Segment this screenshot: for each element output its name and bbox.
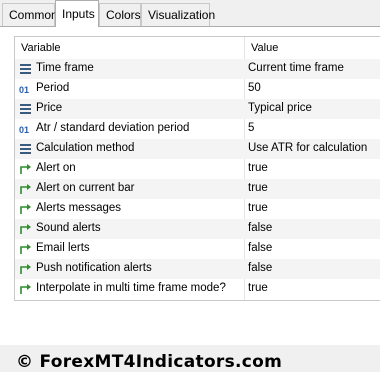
bool-icon: [19, 243, 32, 255]
svg-text:01: 01: [19, 125, 29, 135]
variable-value[interactable]: true: [248, 282, 268, 294]
table-row[interactable]: Push notification alerts false: [15, 259, 380, 279]
variable-value[interactable]: false: [248, 262, 272, 274]
int-icon: 01: [19, 123, 32, 135]
variable-value[interactable]: Use ATR for calculation: [248, 142, 367, 154]
inputs-panel: Variable Value Time frame Current time fr…: [0, 27, 380, 372]
table-row[interactable]: Alert on current bar true: [15, 179, 380, 199]
bool-icon: [19, 223, 32, 235]
variable-name: Alert on: [36, 162, 76, 174]
variable-name: Time frame: [36, 62, 94, 74]
bool-icon: [19, 283, 32, 295]
bool-icon: [19, 183, 32, 195]
variable-name: Period: [36, 82, 70, 94]
table-row[interactable]: Alert on true: [15, 159, 380, 179]
variable-value[interactable]: false: [248, 242, 272, 254]
table-row[interactable]: Price Typical price: [15, 99, 380, 119]
enum-icon: [19, 143, 32, 155]
tab-inputs[interactable]: Inputs: [55, 0, 99, 27]
variable-value[interactable]: 50: [248, 82, 261, 94]
table-row[interactable]: 01 Period 50: [15, 79, 380, 99]
bool-icon: [19, 263, 32, 275]
variable-name: Price: [36, 102, 63, 114]
variable-name: Push notification alerts: [36, 262, 152, 274]
table-row[interactable]: 01 Atr / standard deviation period 5: [15, 119, 380, 139]
table-row[interactable]: Interpolate in multi time frame mode? tru…: [15, 279, 380, 299]
table-row[interactable]: Time frame Current time frame: [15, 59, 380, 79]
variable-value[interactable]: 5: [248, 122, 254, 134]
table-row[interactable]: Calculation method Use ATR for calculatio…: [15, 139, 380, 159]
variable-value[interactable]: true: [248, 182, 268, 194]
variable-value[interactable]: true: [248, 162, 268, 174]
enum-icon: [19, 63, 32, 75]
table-header: Variable Value: [15, 37, 380, 59]
variable-name: Sound alerts: [36, 222, 101, 234]
watermark: © ForexMT4Indicators.com: [16, 352, 283, 372]
variable-value[interactable]: false: [248, 222, 272, 234]
variable-value[interactable]: Current time frame: [248, 62, 344, 74]
svg-text:01: 01: [19, 85, 29, 95]
variable-value[interactable]: Typical price: [248, 102, 312, 114]
variable-name: Alerts messages: [36, 202, 122, 214]
table-row[interactable]: Email lerts false: [15, 239, 380, 259]
table-row[interactable]: Alerts messages true: [15, 199, 380, 219]
int-icon: 01: [19, 83, 32, 95]
variable-name: Atr / standard deviation period: [36, 122, 190, 134]
column-header-value[interactable]: Value: [251, 42, 278, 54]
bool-icon: [19, 163, 32, 175]
variable-name: Alert on current bar: [36, 182, 135, 194]
tab-colors[interactable]: Colors: [99, 3, 141, 26]
variable-name: Email lerts: [36, 242, 90, 254]
variable-name: Interpolate in multi time frame mode?: [36, 282, 226, 294]
column-header-variable[interactable]: Variable: [21, 42, 61, 54]
variable-value[interactable]: true: [248, 202, 268, 214]
variable-name: Calculation method: [36, 142, 135, 154]
table-row[interactable]: Sound alerts false: [15, 219, 380, 239]
inputs-table: Variable Value Time frame Current time fr…: [14, 36, 380, 301]
bool-icon: [19, 203, 32, 215]
enum-icon: [19, 103, 32, 115]
tab-visualization[interactable]: Visualization: [141, 3, 215, 26]
tab-bar: Common Inputs Colors Visualization: [0, 0, 380, 27]
tab-common[interactable]: Common: [2, 3, 58, 26]
